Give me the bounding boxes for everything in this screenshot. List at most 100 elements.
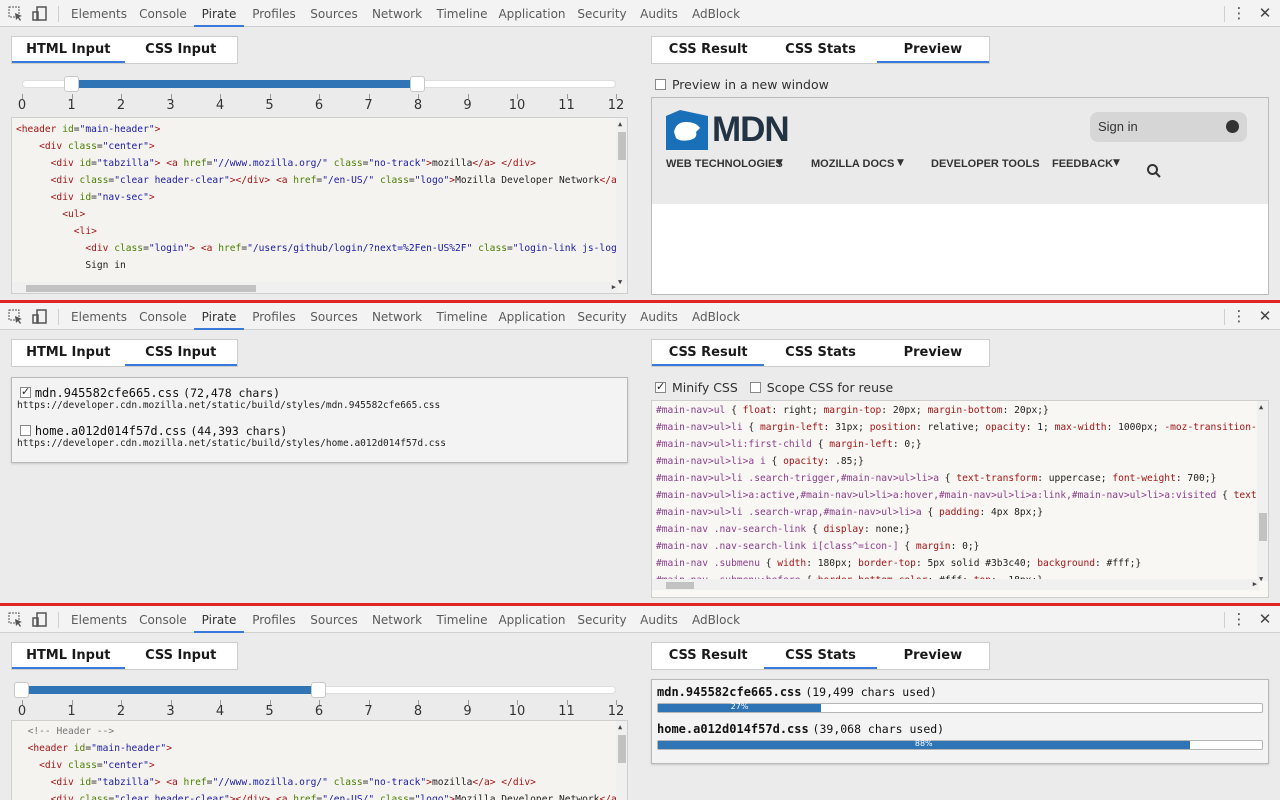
nav-developer-tools[interactable]: DEVELOPER TOOLS bbox=[931, 158, 1040, 170]
more-options-icon[interactable]: ⋮ bbox=[1229, 3, 1249, 23]
tab-security[interactable]: Security bbox=[574, 606, 630, 633]
scroll-up-arrow[interactable]: ▲ bbox=[1259, 403, 1263, 411]
html-input-editor[interactable]: <div class="clear header-clear"></div> <… bbox=[11, 720, 628, 800]
tab-application[interactable]: Application bbox=[496, 606, 568, 633]
tab-css-result[interactable]: CSS Result bbox=[652, 340, 765, 366]
preview-new-window-option[interactable]: Preview in a new window bbox=[655, 77, 829, 92]
tab-adblock[interactable]: AdBlock bbox=[688, 303, 744, 330]
line-range-slider[interactable]: 0 1 2 3 4 5 6 7 8 9 10 11 12 bbox=[0, 682, 630, 722]
tab-css-stats[interactable]: CSS Stats bbox=[764, 340, 876, 366]
nav-web-technologies[interactable]: WEB TECHNOLOGIES bbox=[666, 158, 783, 170]
tab-css-result[interactable]: CSS Result bbox=[652, 643, 764, 669]
tab-css-stats[interactable]: CSS Stats bbox=[764, 37, 876, 63]
html-input-editor[interactable]: Sign in <div class="login"> <a href="/us… bbox=[11, 117, 628, 294]
css-file-checkbox[interactable] bbox=[20, 385, 31, 398]
tab-pirate[interactable]: Pirate bbox=[194, 606, 244, 633]
tab-elements[interactable]: Elements bbox=[64, 0, 134, 27]
tab-console[interactable]: Console bbox=[134, 606, 192, 633]
tab-css-input[interactable]: CSS Input bbox=[124, 340, 237, 366]
more-options-icon[interactable]: ⋮ bbox=[1229, 306, 1249, 326]
vertical-scrollbar[interactable]: ▲ ▼ bbox=[616, 118, 627, 286]
tab-preview[interactable]: Preview bbox=[876, 37, 989, 63]
tab-html-input[interactable]: HTML Input bbox=[12, 37, 125, 63]
scroll-right-arrow[interactable]: ▶ bbox=[612, 283, 616, 291]
inspect-element-icon[interactable] bbox=[7, 5, 24, 22]
css-file-item[interactable]: home.a012d014f57d.css (44,393 chars) htt… bbox=[17, 424, 446, 449]
tab-network[interactable]: Network bbox=[368, 606, 426, 633]
nav-feedback[interactable]: FEEDBACK bbox=[1052, 158, 1113, 170]
slider-handle-end[interactable] bbox=[410, 76, 425, 92]
tab-sources[interactable]: Sources bbox=[306, 0, 362, 27]
minify-css-checkbox[interactable] bbox=[655, 380, 666, 393]
tab-css-input[interactable]: CSS Input bbox=[125, 37, 238, 63]
scroll-thumb[interactable] bbox=[666, 582, 694, 589]
tab-sources[interactable]: Sources bbox=[306, 303, 362, 330]
horizontal-scrollbar[interactable]: ▶ bbox=[12, 282, 618, 293]
tab-timeline[interactable]: Timeline bbox=[432, 606, 492, 633]
horizontal-scrollbar[interactable]: ▶ bbox=[652, 579, 1259, 590]
tab-network[interactable]: Network bbox=[368, 0, 426, 27]
tab-application[interactable]: Application bbox=[496, 0, 568, 27]
device-mode-icon[interactable] bbox=[31, 611, 48, 628]
tab-pirate[interactable]: Pirate bbox=[194, 0, 244, 27]
tab-security[interactable]: Security bbox=[574, 0, 630, 27]
close-icon[interactable]: ✕ bbox=[1255, 609, 1275, 629]
scroll-up-arrow[interactable]: ▲ bbox=[618, 120, 622, 128]
vertical-scrollbar[interactable]: ▲ bbox=[616, 721, 627, 800]
tab-preview[interactable]: Preview bbox=[877, 643, 989, 669]
inspect-element-icon[interactable] bbox=[7, 308, 24, 325]
scroll-thumb[interactable] bbox=[26, 285, 256, 292]
scroll-up-arrow[interactable]: ▲ bbox=[618, 723, 622, 731]
close-icon[interactable]: ✕ bbox=[1255, 3, 1275, 23]
tab-security[interactable]: Security bbox=[574, 303, 630, 330]
slider-handle-start[interactable] bbox=[63, 76, 79, 92]
line-range-slider[interactable]: 0 1 2 3 4 5 6 7 8 9 10 11 12 bbox=[0, 76, 630, 116]
scroll-thumb[interactable] bbox=[618, 735, 626, 763]
search-icon[interactable] bbox=[1147, 164, 1161, 178]
tab-sources[interactable]: Sources bbox=[306, 606, 362, 633]
tab-profiles[interactable]: Profiles bbox=[246, 0, 302, 27]
tab-css-result[interactable]: CSS Result bbox=[652, 37, 764, 63]
slider-handle-end[interactable] bbox=[311, 682, 326, 698]
tab-css-input[interactable]: CSS Input bbox=[125, 643, 238, 669]
css-result-output[interactable]: #main-nav .submenu:before { border-botto… bbox=[651, 400, 1269, 598]
tab-elements[interactable]: Elements bbox=[64, 303, 134, 330]
tab-application[interactable]: Application bbox=[496, 303, 568, 330]
tab-html-input[interactable]: HTML Input bbox=[12, 340, 125, 366]
tab-console[interactable]: Console bbox=[134, 303, 192, 330]
tab-timeline[interactable]: Timeline bbox=[432, 303, 492, 330]
scroll-thumb[interactable] bbox=[618, 132, 626, 160]
mdn-logo[interactable]: MDN bbox=[666, 110, 790, 153]
scroll-thumb[interactable] bbox=[1259, 513, 1267, 541]
tab-console[interactable]: Console bbox=[134, 0, 192, 27]
preview-frame[interactable]: MDN Sign in WEB TECHNOLOGIES ▼ MOZILLA D… bbox=[651, 97, 1269, 295]
tab-css-stats[interactable]: CSS Stats bbox=[764, 643, 877, 669]
scope-css-checkbox[interactable] bbox=[749, 382, 761, 393]
tab-profiles[interactable]: Profiles bbox=[246, 606, 302, 633]
scroll-down-arrow[interactable]: ▼ bbox=[618, 278, 622, 286]
tab-network[interactable]: Network bbox=[368, 303, 426, 330]
slider-handle-start[interactable] bbox=[14, 682, 29, 698]
close-icon[interactable]: ✕ bbox=[1255, 306, 1275, 326]
tab-timeline[interactable]: Timeline bbox=[432, 0, 492, 27]
scroll-down-arrow[interactable]: ▼ bbox=[1259, 575, 1263, 583]
nav-mozilla-docs[interactable]: MOZILLA DOCS bbox=[811, 158, 894, 170]
tab-preview[interactable]: Preview bbox=[877, 340, 989, 366]
scroll-right-arrow[interactable]: ▶ bbox=[1253, 580, 1257, 588]
css-file-item[interactable]: mdn.945582cfe665.css (72,478 chars) http… bbox=[17, 385, 440, 411]
tab-audits[interactable]: Audits bbox=[636, 606, 682, 633]
vertical-scrollbar[interactable]: ▲ ▼ bbox=[1257, 401, 1268, 583]
tab-pirate[interactable]: Pirate bbox=[194, 303, 244, 330]
tab-elements[interactable]: Elements bbox=[64, 606, 134, 633]
tab-adblock[interactable]: AdBlock bbox=[688, 606, 744, 633]
mdn-signin-button[interactable]: Sign in bbox=[1090, 112, 1247, 142]
tab-audits[interactable]: Audits bbox=[636, 303, 682, 330]
tab-profiles[interactable]: Profiles bbox=[246, 303, 302, 330]
preview-new-window-checkbox[interactable] bbox=[655, 79, 666, 90]
more-options-icon[interactable]: ⋮ bbox=[1229, 609, 1249, 629]
tab-audits[interactable]: Audits bbox=[636, 0, 682, 27]
css-file-checkbox[interactable] bbox=[20, 425, 31, 436]
tab-adblock[interactable]: AdBlock bbox=[688, 0, 744, 27]
device-mode-icon[interactable] bbox=[31, 308, 48, 325]
device-mode-icon[interactable] bbox=[31, 5, 48, 22]
